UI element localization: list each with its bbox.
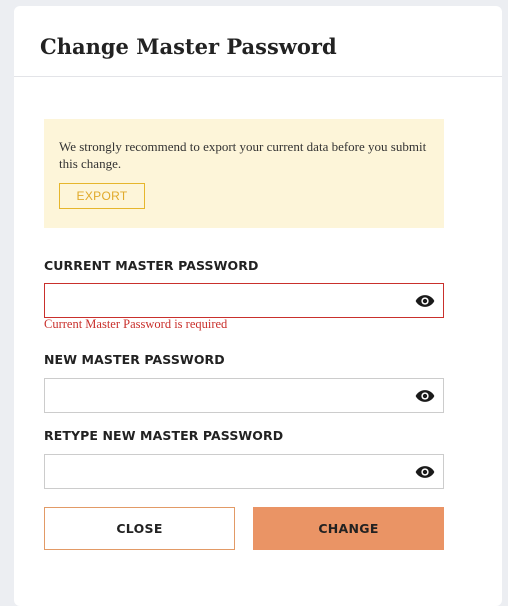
- eye-icon[interactable]: [415, 464, 435, 480]
- new-password-field: [44, 378, 444, 413]
- current-password-field: [44, 283, 444, 318]
- change-button[interactable]: CHANGE: [253, 507, 444, 550]
- dialog-title: Change Master Password: [40, 34, 337, 59]
- new-password-input[interactable]: [45, 379, 405, 412]
- warning-text: We strongly recommend to export your cur…: [59, 139, 427, 171]
- retype-password-input[interactable]: [45, 455, 405, 488]
- current-password-label: CURRENT MASTER PASSWORD: [44, 258, 259, 273]
- retype-password-label: RETYPE NEW MASTER PASSWORD: [44, 428, 284, 443]
- export-button[interactable]: EXPORT: [59, 183, 145, 209]
- retype-password-field: [44, 454, 444, 489]
- export-warning-box: We strongly recommend to export your cur…: [44, 119, 444, 228]
- current-password-input[interactable]: [45, 284, 405, 317]
- eye-icon[interactable]: [415, 388, 435, 404]
- current-password-error: Current Master Password is required: [44, 317, 228, 331]
- eye-icon[interactable]: [415, 293, 435, 309]
- new-password-label: NEW MASTER PASSWORD: [44, 352, 225, 367]
- dialog-header: Change Master Password: [14, 6, 502, 77]
- close-button[interactable]: CLOSE: [44, 507, 235, 550]
